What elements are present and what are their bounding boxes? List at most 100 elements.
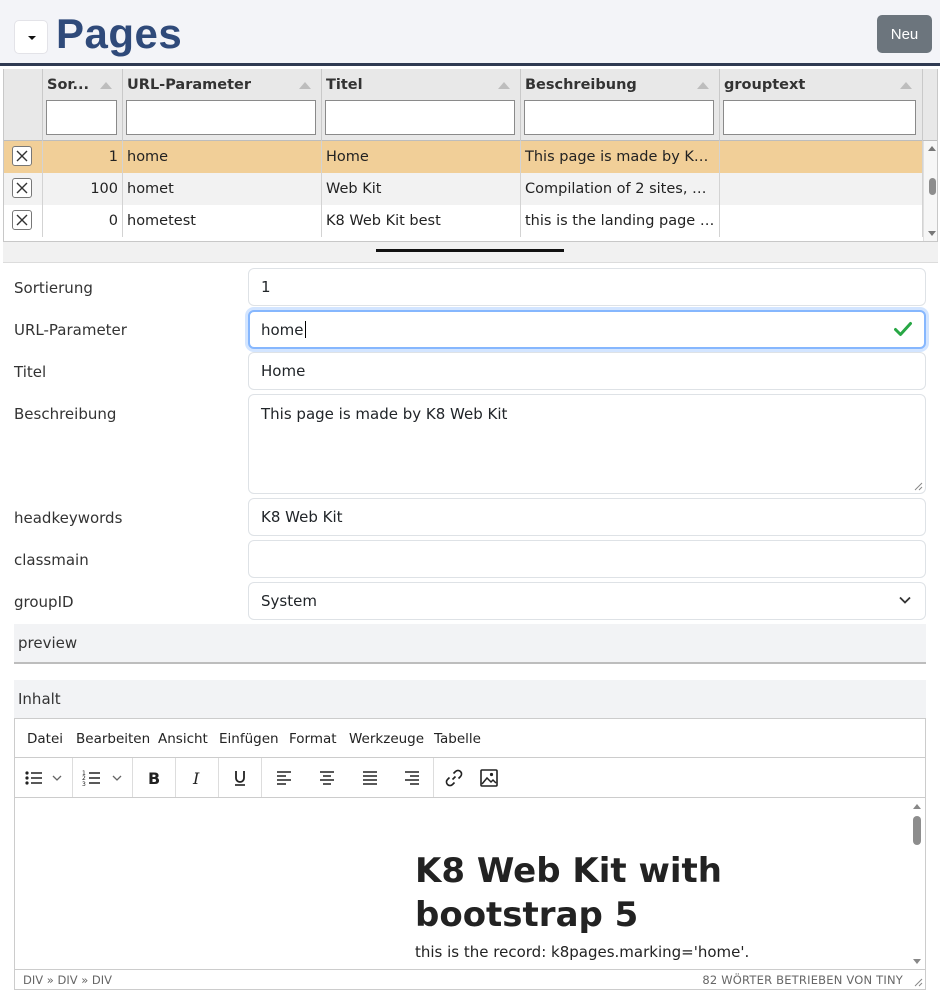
delete-row-button[interactable] bbox=[12, 178, 32, 198]
scroll-down-icon[interactable] bbox=[928, 231, 936, 236]
sort-icon[interactable] bbox=[100, 82, 112, 89]
editor-statusbar: DIV » DIV » DIV 82 WÖRTER BETRIEBEN VON … bbox=[15, 969, 925, 989]
editor-toolbar: 1 2 3 B I bbox=[15, 758, 925, 798]
italic-button[interactable]: I bbox=[176, 758, 219, 797]
menu-format[interactable]: Format bbox=[289, 731, 337, 747]
close-icon bbox=[16, 150, 28, 162]
editor-scrollbar[interactable] bbox=[909, 799, 925, 969]
sort-icon[interactable] bbox=[697, 82, 709, 89]
new-button[interactable]: Neu bbox=[877, 15, 932, 53]
align-left-button[interactable] bbox=[262, 758, 305, 797]
filter-input-titel[interactable] bbox=[325, 100, 515, 135]
column-label: Titel bbox=[326, 77, 363, 93]
scrollbar-thumb[interactable] bbox=[929, 178, 936, 195]
italic-icon: I bbox=[192, 770, 200, 786]
sort-icon[interactable] bbox=[299, 82, 311, 89]
filter-input-grouptext[interactable] bbox=[723, 100, 916, 135]
text-cursor bbox=[304, 321, 306, 338]
delete-row-button[interactable] bbox=[12, 146, 32, 166]
underline-button[interactable] bbox=[219, 758, 262, 797]
scrollbar-thumb[interactable] bbox=[913, 816, 921, 845]
align-justify-button[interactable] bbox=[348, 758, 391, 797]
numbered-list-button[interactable]: 1 2 3 bbox=[73, 758, 133, 797]
column-header-url-parameter[interactable]: URL-Parameter bbox=[123, 69, 322, 141]
grid-header: Sor... URL-Parameter Titel Beschreibung … bbox=[4, 69, 937, 141]
filter-input-sortierung[interactable] bbox=[46, 100, 117, 135]
filter-input-beschreibung[interactable] bbox=[524, 100, 714, 135]
grid-body: 1 home Home This page is made by K8 Web … bbox=[4, 141, 923, 241]
cell-sortierung: 100 bbox=[43, 173, 123, 205]
cell-sortierung: 1 bbox=[43, 141, 123, 173]
titel-label: Titel bbox=[14, 363, 47, 381]
close-icon bbox=[16, 214, 28, 226]
scroll-up-icon[interactable] bbox=[913, 804, 921, 809]
classmain-label: classmain bbox=[14, 551, 89, 569]
filter-input-url-parameter[interactable] bbox=[126, 100, 316, 135]
cell-titel: Home bbox=[322, 141, 521, 173]
link-button[interactable] bbox=[434, 758, 474, 797]
splitter-grip[interactable] bbox=[376, 249, 564, 252]
align-justify-icon bbox=[362, 770, 377, 785]
beschreibung-label: Beschreibung bbox=[14, 405, 117, 423]
menu-werkzeuge[interactable]: Werkzeuge bbox=[349, 731, 424, 747]
close-icon bbox=[16, 182, 28, 194]
check-icon bbox=[894, 322, 912, 336]
image-button[interactable] bbox=[474, 758, 504, 797]
rich-text-editor: Datei Bearbeiten Ansicht Einfügen Format… bbox=[14, 718, 926, 990]
menu-ansicht[interactable]: Ansicht bbox=[158, 731, 208, 747]
titel-field[interactable]: Home bbox=[248, 352, 926, 390]
column-header-beschreibung[interactable]: Beschreibung bbox=[521, 69, 720, 141]
bold-button[interactable]: B bbox=[133, 758, 176, 797]
preview-label: preview bbox=[18, 634, 78, 652]
classmain-field[interactable] bbox=[248, 540, 926, 578]
table-row[interactable]: 100 homet Web Kit Compilation of 2 sites… bbox=[4, 173, 923, 205]
cell-url-parameter: homet bbox=[123, 173, 322, 205]
align-right-button[interactable] bbox=[391, 758, 434, 797]
svg-text:B: B bbox=[148, 770, 160, 786]
table-row[interactable]: 1 home Home This page is made by K8 Web … bbox=[4, 141, 923, 173]
menu-datei[interactable]: Datei bbox=[27, 731, 63, 747]
url-parameter-value: home bbox=[261, 320, 304, 339]
caret-down-icon bbox=[28, 36, 36, 40]
resize-handle-icon[interactable] bbox=[913, 481, 923, 491]
sort-icon[interactable] bbox=[900, 82, 912, 89]
bullet-list-button[interactable] bbox=[15, 758, 73, 797]
groupid-label: groupID bbox=[14, 593, 74, 611]
column-header-titel[interactable]: Titel bbox=[322, 69, 521, 141]
preview-section[interactable]: preview bbox=[14, 624, 926, 664]
headkeywords-field[interactable]: K8 Web Kit bbox=[248, 498, 926, 536]
underline-icon bbox=[235, 770, 245, 786]
cell-titel: K8 Web Kit best bbox=[322, 205, 521, 237]
grid-scrollbar[interactable] bbox=[923, 141, 937, 241]
element-path[interactable]: DIV » DIV » DIV bbox=[23, 973, 112, 987]
groupid-select[interactable]: System bbox=[248, 582, 926, 620]
menu-bearbeiten[interactable]: Bearbeiten bbox=[76, 731, 150, 747]
align-center-button[interactable] bbox=[305, 758, 348, 797]
menu-tabelle[interactable]: Tabelle bbox=[434, 731, 481, 747]
url-parameter-field[interactable]: home bbox=[248, 310, 926, 349]
collapse-toggle-button[interactable] bbox=[14, 20, 48, 54]
url-parameter-label: URL-Parameter bbox=[14, 321, 127, 339]
align-center-icon bbox=[319, 770, 334, 785]
beschreibung-value: This page is made by K8 Web Kit bbox=[261, 405, 508, 423]
image-icon bbox=[480, 768, 498, 787]
menu-einfuegen[interactable]: Einfügen bbox=[219, 731, 279, 747]
editor-resize-icon[interactable] bbox=[913, 977, 923, 987]
scroll-down-icon[interactable] bbox=[913, 959, 921, 964]
beschreibung-textarea[interactable]: This page is made by K8 Web Kit bbox=[248, 394, 926, 494]
column-header-grouptext[interactable]: grouptext bbox=[720, 69, 923, 141]
scroll-up-icon[interactable] bbox=[928, 146, 936, 151]
sortierung-label: Sortierung bbox=[14, 279, 93, 297]
link-icon bbox=[445, 769, 463, 786]
sortierung-field[interactable]: 1 bbox=[248, 268, 926, 306]
column-header-sortierung[interactable]: Sor... bbox=[43, 69, 123, 141]
bullet-list-icon bbox=[24, 770, 61, 785]
resize-splitter[interactable] bbox=[3, 242, 938, 263]
titel-value: Home bbox=[261, 362, 306, 380]
inhalt-section: Inhalt bbox=[14, 680, 926, 718]
delete-row-button[interactable] bbox=[12, 210, 32, 230]
sort-icon[interactable] bbox=[498, 82, 510, 89]
column-label: URL-Parameter bbox=[127, 77, 252, 93]
table-row[interactable]: 0 hometest K8 Web Kit best this is the l… bbox=[4, 205, 923, 237]
editor-content[interactable]: K8 Web Kit with bootstrap 5 this is the … bbox=[15, 799, 925, 969]
